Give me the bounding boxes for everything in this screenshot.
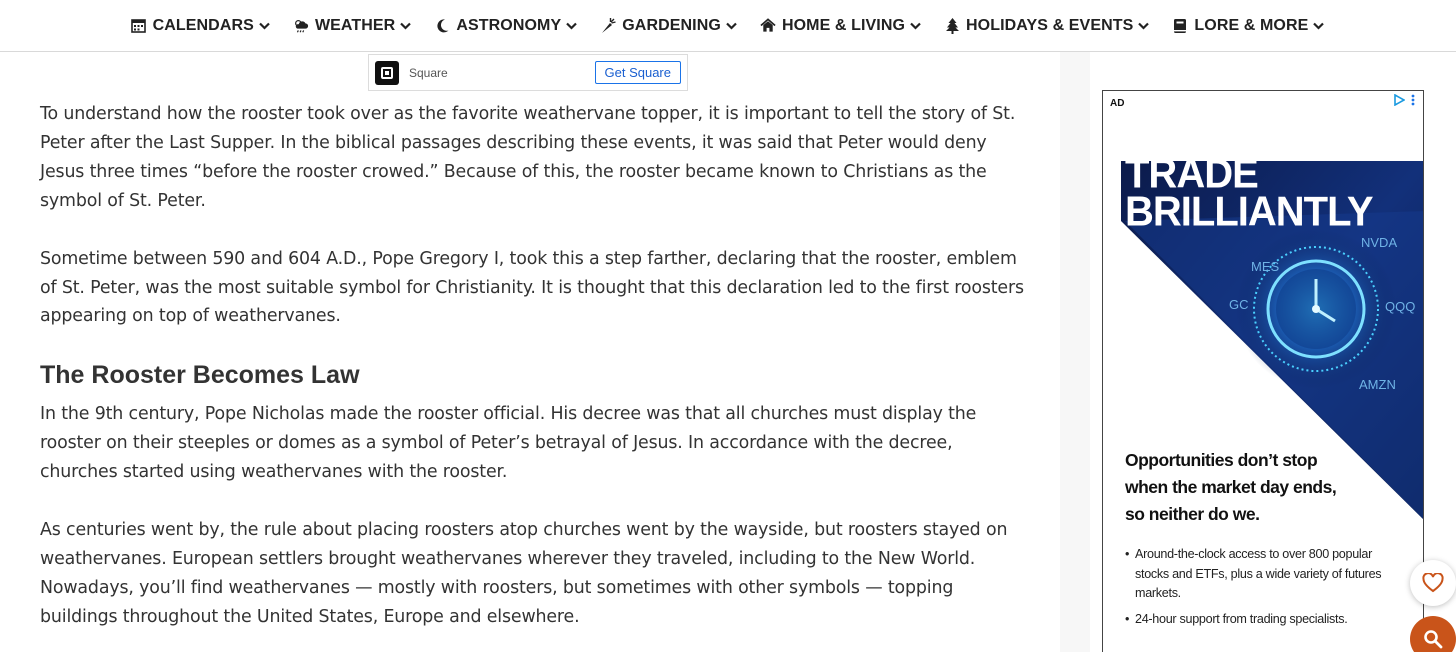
ad-bullets: Around-the-clock access to over 800 popu… — [1125, 545, 1385, 635]
bullet-item: Around-the-clock access to over 800 popu… — [1125, 545, 1385, 604]
nav-calendars[interactable]: CALENDARS — [120, 0, 282, 52]
more-options-icon — [1411, 94, 1415, 106]
carrot-icon — [600, 17, 616, 34]
ticker-label: AMZN — [1359, 377, 1396, 392]
book-icon — [1172, 18, 1188, 34]
ticker-label: QQQ — [1385, 299, 1416, 314]
ad-tagline: Opportunities don’t stop when the market… — [1125, 450, 1337, 524]
sidebar-gutter — [1060, 52, 1090, 652]
nav-weather[interactable]: WEATHER — [282, 0, 423, 52]
headline-line: TRADE — [1125, 151, 1259, 198]
chevron-down-icon — [1313, 20, 1325, 32]
nav-label: GARDENING — [622, 16, 721, 34]
nav-gardening[interactable]: GARDENING — [589, 0, 749, 52]
nav-home-living[interactable]: HOME & LIVING — [749, 0, 933, 52]
paragraph: As centuries went by, the rule about pla… — [40, 520, 1008, 627]
nav-label: WEATHER — [314, 16, 396, 34]
search-icon — [1424, 630, 1443, 649]
weather-icon — [293, 18, 309, 34]
main-nav: CALENDARS WEATHER ASTRONOMY GARDENING HO… — [0, 0, 1456, 52]
chevron-down-icon — [726, 20, 738, 32]
chevron-down-icon — [259, 20, 271, 32]
headline-line: BRILLIANTLY — [1125, 188, 1374, 235]
home-icon — [760, 18, 776, 34]
nav-label: HOME & LIVING — [781, 16, 906, 34]
chevron-down-icon — [400, 20, 412, 32]
paragraph: In the 9th century, Pope Nicholas made t… — [40, 404, 977, 483]
heart-icon — [1422, 573, 1444, 593]
ad-label: AD — [1110, 98, 1125, 109]
favorite-button[interactable] — [1410, 560, 1456, 606]
trade-brilliantly-ad[interactable]: AD TRADE BRILLIANTLY NVDA MES GC QQQ AMZ… — [1102, 90, 1424, 652]
moon-icon — [434, 18, 450, 34]
paragraph: To understand how the rooster took over … — [40, 104, 1016, 211]
paragraph: Sometime between 590 and 604 A.D., Pope … — [40, 248, 1024, 327]
chevron-down-icon — [1138, 20, 1150, 32]
get-square-button[interactable]: Get Square — [594, 61, 681, 84]
square-banner-ad[interactable]: Square Get Square — [368, 54, 688, 91]
nav-label: LORE & MORE — [1194, 16, 1309, 34]
nav-astronomy[interactable]: ASTRONOMY — [423, 0, 589, 52]
ticker-label: MES — [1251, 259, 1280, 274]
ad-headline: TRADE BRILLIANTLY — [1125, 151, 1374, 235]
ad-choices[interactable] — [1393, 94, 1415, 106]
nav-label: HOLIDAYS & EVENTS — [966, 16, 1134, 34]
chevron-down-icon — [910, 20, 922, 32]
square-logo-icon — [375, 60, 399, 85]
ticker-label: GC — [1229, 297, 1249, 312]
article-body: To understand how the rooster took over … — [40, 100, 1030, 652]
nav-label: ASTRONOMY — [456, 16, 562, 34]
nav-holidays-events[interactable]: HOLIDAYS & EVENTS — [933, 0, 1161, 52]
ticker-label: NVDA — [1361, 235, 1398, 250]
chevron-down-icon — [566, 20, 578, 32]
section-heading: The Rooster Becomes Law — [40, 361, 360, 390]
ad-brand: Square — [409, 65, 448, 80]
nav-lore-more[interactable]: LORE & MORE — [1161, 0, 1336, 52]
calendar-icon — [131, 18, 147, 34]
bullet-item: 24-hour support from trading specialists… — [1125, 610, 1385, 630]
tree-icon — [944, 17, 960, 34]
nav-label: CALENDARS — [152, 16, 254, 34]
adchoices-icon — [1394, 94, 1405, 106]
article-column: Square Get Square To understand how the … — [0, 52, 1060, 652]
